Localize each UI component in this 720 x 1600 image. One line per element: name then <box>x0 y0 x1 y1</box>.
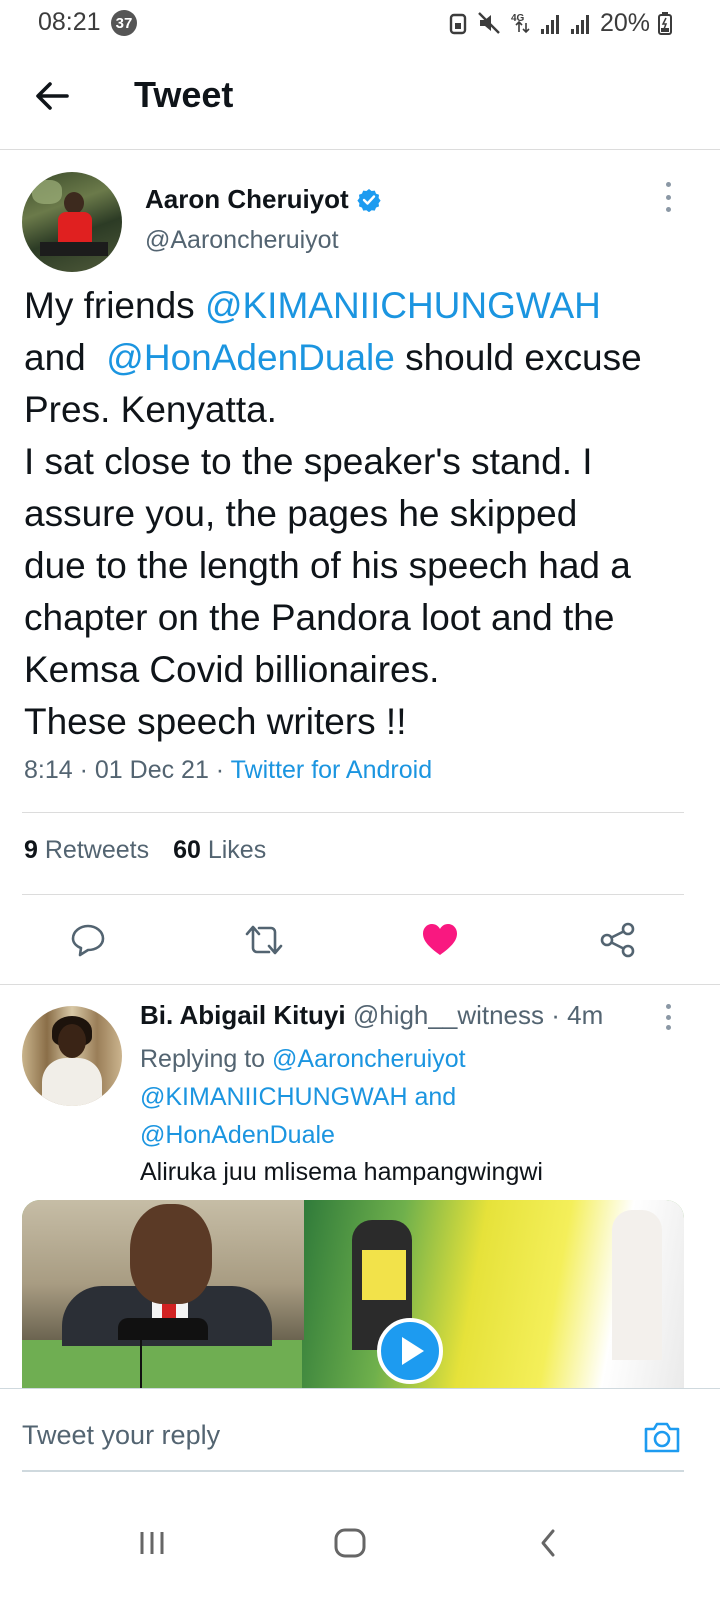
tweet-timestamp: 8:14 · 01 Dec 21 · Twitter for Android <box>24 756 433 784</box>
replying-and[interactable]: and <box>414 1083 456 1111</box>
likes-stat[interactable]: 60 Likes <box>173 836 266 865</box>
likes-label: Likes <box>207 836 267 864</box>
tweet-source-link[interactable]: Twitter for Android <box>231 756 432 784</box>
page-title: Tweet <box>134 74 234 115</box>
tweet-line: These speech writers !! <box>24 701 407 742</box>
tweet-line: My friends @KIMANIICHUNGWAH <box>24 280 696 332</box>
tweet-text-segment: and <box>24 337 107 378</box>
tweet-line: Kemsa Covid billionaires. <box>24 649 440 690</box>
camera-icon <box>644 1422 680 1453</box>
system-nav-bar <box>0 1488 720 1600</box>
home-button[interactable] <box>320 1518 380 1568</box>
tweet-more-button[interactable] <box>656 182 680 212</box>
reply-text: Aliruka juu mlisema hampangwingwi <box>140 1158 543 1186</box>
retweets-label: Retweets <box>44 836 150 864</box>
composer-underline <box>22 1470 684 1472</box>
divider <box>22 812 684 813</box>
likes-count: 60 <box>173 836 201 864</box>
back-button[interactable] <box>30 74 74 118</box>
play-button[interactable] <box>377 1318 443 1384</box>
retweet-button[interactable] <box>242 918 286 962</box>
mention-link[interactable]: @KIMANIICHUNGWAH <box>140 1083 408 1111</box>
recents-icon <box>140 1532 164 1554</box>
author-name-row[interactable]: Aaron Cheruiyot <box>145 184 381 215</box>
tweet-line: I sat close to the speaker's stand. I <box>24 441 593 482</box>
tweet-actions <box>0 910 720 970</box>
status-icons: 4G 20% <box>448 6 672 40</box>
replying-to-label: Replying to <box>140 1045 266 1073</box>
nav-back-icon <box>541 1529 555 1557</box>
more-vertical-icon <box>665 1004 671 1009</box>
battery-charging-icon <box>658 12 672 35</box>
signal-icon-1 <box>540 15 559 34</box>
reply-author-handle[interactable]: @high__witness <box>353 1000 544 1030</box>
signal-icon-2 <box>570 15 589 34</box>
network-4g-icon: 4G <box>511 13 530 34</box>
mention-link[interactable]: @HonAdenDuale <box>106 337 395 378</box>
section-separator <box>0 984 720 985</box>
play-icon <box>402 1337 424 1365</box>
reply-author-name[interactable]: Bi. Abigail Kituyi <box>140 1000 346 1030</box>
battery-percent: 20% <box>599 8 650 37</box>
tweet-time: 8:14 <box>24 756 73 784</box>
author-name[interactable]: Aaron Cheruiyot <box>145 184 349 215</box>
tweet-line: due to the length of his speech had a <box>24 545 631 586</box>
share-button[interactable] <box>596 918 640 962</box>
arrow-left-icon <box>36 82 69 110</box>
tweet-text-segment: should excuse <box>394 337 642 378</box>
top-app-bar: Tweet <box>0 44 720 150</box>
tweet-line: assure you, the pages he skipped <box>24 493 578 534</box>
share-icon <box>600 922 635 958</box>
more-vertical-icon <box>665 182 671 187</box>
retweets-count: 9 <box>24 836 38 864</box>
reply-composer <box>0 1388 720 1488</box>
tweet-date: 01 Dec 21 <box>94 756 209 784</box>
reply-header: Bi. Abigail Kituyi @high__witness · 4m <box>140 1000 604 1030</box>
home-icon <box>334 1528 366 1558</box>
reply-age: 4m <box>567 1000 604 1030</box>
mute-icon <box>478 12 500 34</box>
reply-more-button[interactable] <box>656 1004 680 1030</box>
author-handle[interactable]: @Aaroncheruiyot <box>145 226 339 255</box>
like-button[interactable] <box>418 918 462 962</box>
system-back-button[interactable] <box>518 1518 578 1568</box>
tweet-line: Pres. Kenyatta. <box>24 389 277 430</box>
status-bar: 08:21 37 4G 20% <box>0 0 720 44</box>
tweet-stats: 9 Retweets 60 Likes <box>24 836 266 865</box>
reply-author-avatar[interactable] <box>22 1006 122 1106</box>
mention-link[interactable]: @HonAdenDuale <box>140 1121 335 1149</box>
reply-video[interactable] <box>22 1200 684 1390</box>
tweet-text-segment: My friends <box>24 285 205 326</box>
tweet-text: My friends @KIMANIICHUNGWAH and @HonAden… <box>24 280 696 748</box>
replying-to: Replying to @Aaroncheruiyot @KIMANIICHUN… <box>140 1040 660 1154</box>
video-frame-left <box>22 1200 304 1346</box>
reply-bubble-icon <box>71 924 105 957</box>
mention-link[interactable]: @Aaroncheruiyot <box>272 1045 466 1073</box>
author-avatar[interactable] <box>22 172 122 272</box>
status-time: 08:21 <box>38 8 101 36</box>
heart-icon <box>423 924 457 955</box>
reply-button[interactable] <box>66 918 110 962</box>
alarm-icon <box>449 13 467 35</box>
retweets-stat[interactable]: 9 Retweets <box>24 836 149 865</box>
verified-badge-icon <box>357 188 381 212</box>
notification-count-badge: 37 <box>111 10 137 36</box>
reply-input[interactable] <box>22 1407 622 1463</box>
divider <box>22 894 684 895</box>
tweet-line: chapter on the Pandora loot and the <box>24 597 615 638</box>
recents-button[interactable] <box>122 1518 182 1568</box>
tweet-line: and @HonAdenDuale should excuse <box>24 332 696 384</box>
camera-button[interactable] <box>640 1415 684 1459</box>
mention-link[interactable]: @KIMANIICHUNGWAH <box>205 285 601 326</box>
retweet-icon <box>245 925 283 955</box>
